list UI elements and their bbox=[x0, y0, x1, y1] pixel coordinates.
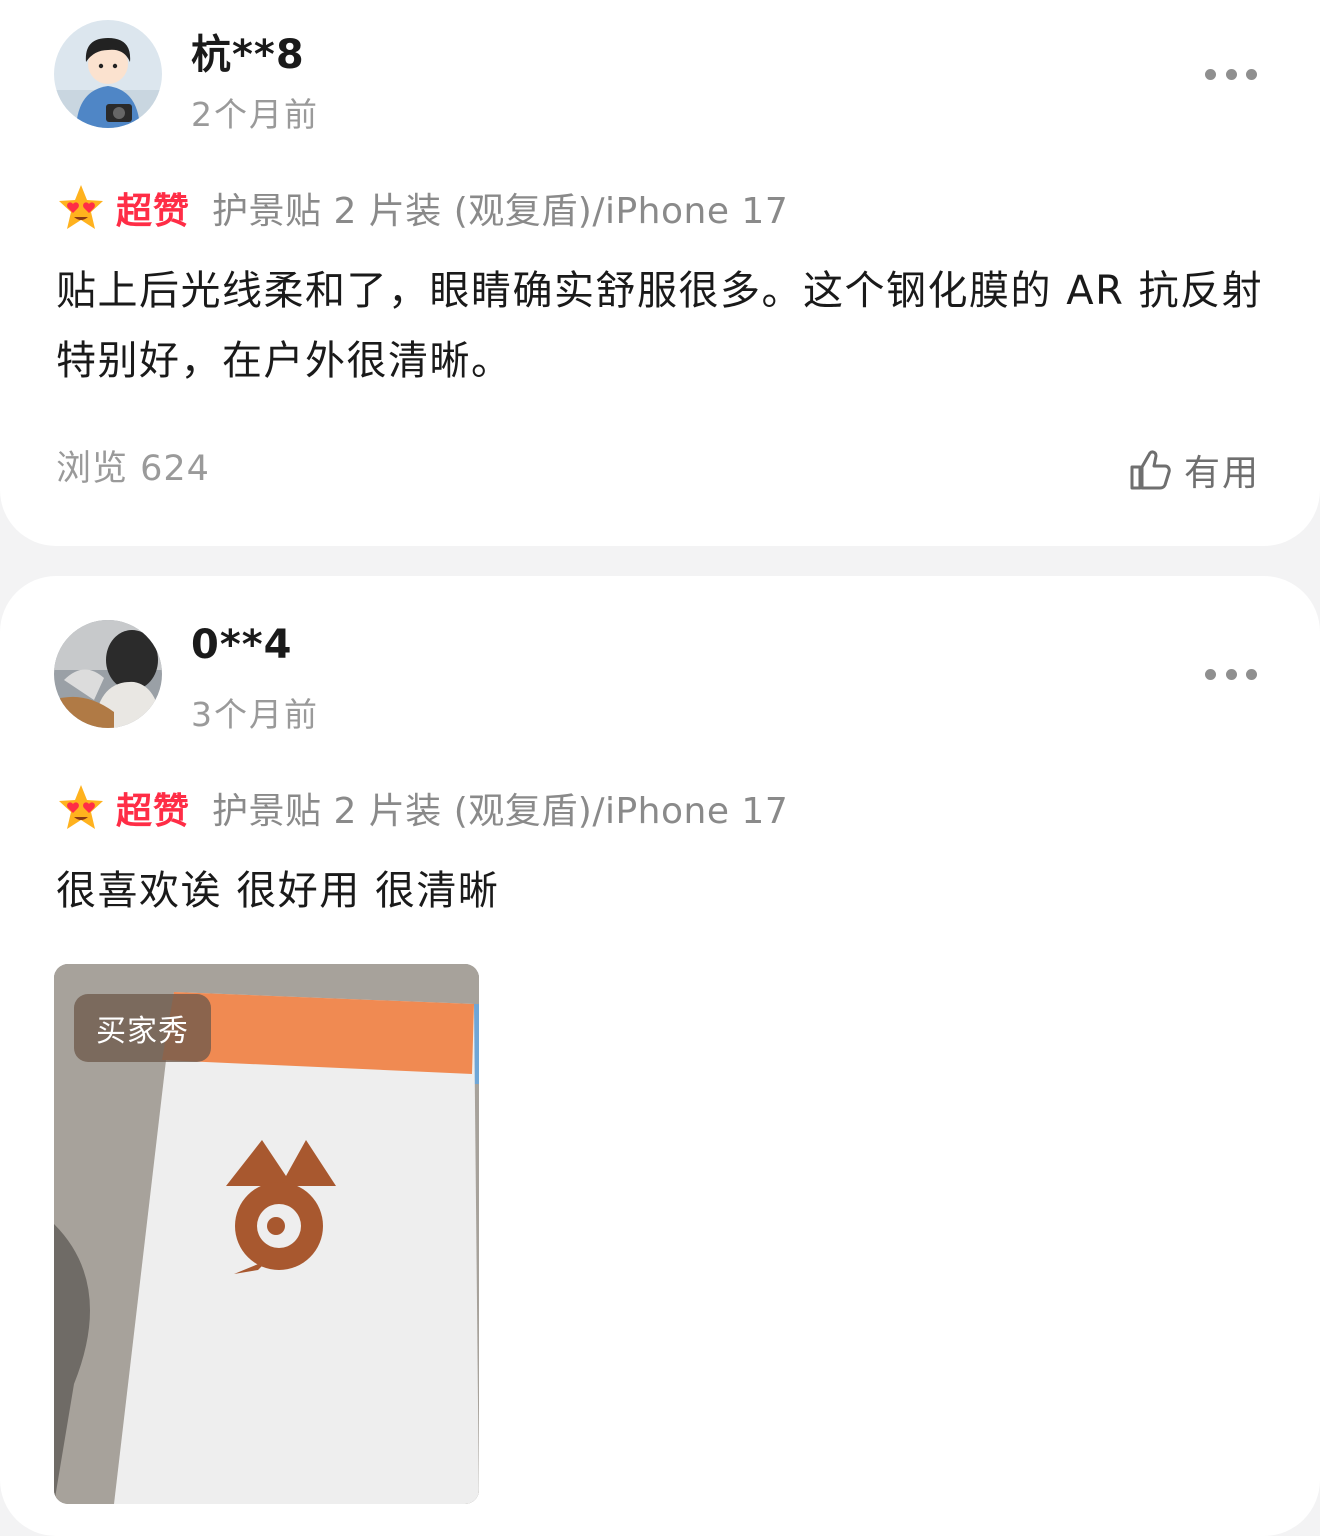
buyer-show-badge: 买家秀 bbox=[74, 994, 211, 1062]
avatar[interactable] bbox=[54, 20, 162, 128]
review-time: 3个月前 bbox=[191, 695, 319, 734]
review-time: 2个月前 bbox=[191, 95, 319, 134]
heart-eyes-emoji-icon bbox=[59, 185, 103, 229]
helpful-button[interactable]: 有用 bbox=[1128, 444, 1260, 496]
dot-icon bbox=[1205, 68, 1216, 80]
dot-icon bbox=[1246, 68, 1257, 80]
buyer-photo[interactable]: 买家秀 bbox=[54, 964, 479, 1504]
sku-label: 护景贴 2 片装 (观复盾)/iPhone 17 bbox=[212, 791, 789, 832]
view-count: 浏览 624 bbox=[56, 449, 210, 489]
thumbs-up-icon bbox=[1130, 450, 1171, 490]
rating-sku-row: 超赞 护景贴 2 片装 (观复盾)/iPhone 17 bbox=[56, 778, 788, 838]
rating-label: 超赞 bbox=[116, 191, 191, 232]
dot-icon bbox=[1225, 668, 1237, 680]
rating-label: 超赞 bbox=[116, 791, 191, 832]
dot-icon bbox=[1225, 68, 1237, 80]
helpful-label: 有用 bbox=[1183, 453, 1260, 494]
review-card: 0**4 3个月前 超赞 护景贴 2 片装 (观复盾)/iPhone 17 很喜… bbox=[0, 576, 1320, 1536]
review-content: 贴上后光线柔和了，眼睛确实舒服很多。这个钢化膜的 AR 抗反射特别好，在户外很清… bbox=[56, 268, 1264, 384]
more-options-button[interactable] bbox=[1205, 68, 1257, 80]
avatar-illustration-icon bbox=[54, 20, 162, 128]
avatar[interactable] bbox=[54, 620, 162, 728]
username: 0**4 bbox=[191, 622, 293, 668]
review-content: 很喜欢诶 很好用 很清晰 bbox=[56, 868, 500, 914]
dot-icon bbox=[1246, 668, 1257, 680]
more-options-button[interactable] bbox=[1205, 668, 1257, 680]
rating-sku-row: 超赞 护景贴 2 片装 (观复盾)/iPhone 17 bbox=[56, 178, 788, 238]
sku-label: 护景贴 2 片装 (观复盾)/iPhone 17 bbox=[212, 191, 789, 232]
dot-icon bbox=[1205, 668, 1216, 680]
review-card: 杭**8 2个月前 超赞 护景贴 2 片装 (观复盾)/iPhone 17 贴上… bbox=[0, 0, 1320, 546]
username: 杭**8 bbox=[191, 32, 305, 78]
avatar-photo-icon bbox=[54, 620, 162, 728]
heart-eyes-emoji-icon bbox=[59, 785, 103, 829]
